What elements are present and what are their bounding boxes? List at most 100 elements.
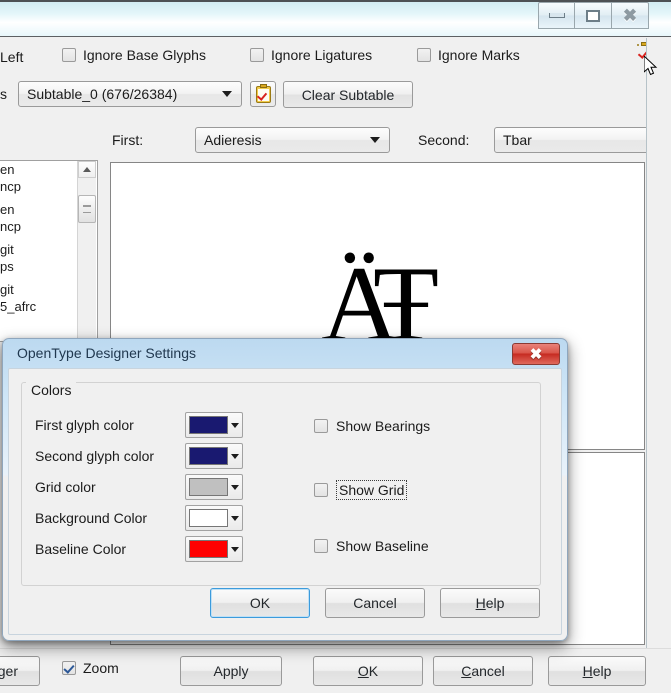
subtable-prefix-label: s (0, 86, 7, 102)
grid-color-swatch (189, 478, 228, 496)
chevron-down-icon (222, 91, 232, 97)
baseline-color-picker[interactable] (185, 536, 243, 562)
main-window: ✖ Left Ignore Base Glyphs Ignore Ligatur… (0, 0, 671, 693)
maximize-icon (586, 9, 600, 22)
help-button-label: H (582, 663, 593, 679)
grip-icon (83, 205, 91, 213)
dialog-help-label: H (475, 595, 486, 611)
checkbox-box-ignore-ligatures (250, 48, 264, 62)
second-label: Second: (418, 132, 470, 148)
first-glyph-color-swatch (189, 416, 228, 434)
checkbox-label-show-baseline: Show Baseline (336, 538, 429, 554)
chevron-down-icon (231, 515, 239, 521)
checkbox-ignore-base-glyphs[interactable]: Ignore Base Glyphs (62, 47, 206, 63)
clear-subtable-label: Clear Subtable (301, 86, 395, 103)
apply-button-label: Apply (213, 663, 249, 679)
subtable-combobox-value: Subtable_0 (676/26384) (27, 86, 178, 102)
close-button[interactable]: ✖ (612, 2, 649, 29)
first-glyph-combobox[interactable]: Adieresis (195, 127, 390, 153)
maximize-button[interactable] (575, 2, 612, 29)
chevron-down-icon (370, 137, 380, 143)
clear-subtable-button[interactable]: Clear Subtable (283, 81, 413, 108)
checkbox-zoom[interactable]: Zoom (62, 660, 119, 676)
bottom-button-bar: ager Zoom Apply OK Cancel Help (0, 648, 671, 693)
first-glyph-color-picker[interactable] (185, 412, 243, 438)
manager-button-label: ager (0, 663, 19, 679)
first-glyph-color-label: First glyph color (35, 417, 134, 433)
checkbox-show-baseline[interactable]: Show Baseline (314, 538, 429, 554)
dialog-title: OpenType Designer Settings (17, 345, 196, 361)
minimize-icon (548, 13, 565, 18)
chevron-down-icon (231, 546, 239, 552)
checkbox-box-ignore-base-glyphs (62, 48, 76, 62)
subtable-combobox[interactable]: Subtable_0 (676/26384) (18, 81, 242, 107)
ok-button-label: O (357, 663, 369, 679)
dialog-ok-button[interactable]: OK (210, 588, 310, 618)
apply-button[interactable]: Apply (180, 656, 282, 686)
glyph-name-list[interactable]: en ncp en ncp git ps git 5_afrc (0, 160, 98, 342)
checkbox-box-zoom (62, 661, 76, 675)
chevron-down-icon (231, 453, 239, 459)
second-glyph-color-swatch (189, 447, 228, 465)
window-right-frame (646, 38, 671, 692)
dialog-cancel-button[interactable]: Cancel (325, 588, 425, 618)
dialog-cancel-label: Cancel (353, 595, 397, 611)
checkbox-label-ignore-base-glyphs: Ignore Base Glyphs (83, 47, 206, 63)
subtable-row: s Subtable_0 (676/26384) Clear Subtable (0, 78, 671, 112)
chevron-down-icon (231, 422, 239, 428)
color-row-background-color: Background Color (35, 505, 243, 531)
triangle-up-icon (83, 167, 91, 172)
background-color-label: Background Color (35, 510, 148, 526)
cancel-button-label: C (461, 663, 472, 679)
glyph-pair-row: First: Adieresis Second: Tbar (0, 124, 671, 158)
dialog-help-button[interactable]: Help (440, 588, 540, 618)
close-icon: ✖ (529, 346, 543, 363)
checkbox-show-grid[interactable]: Show Grid (314, 480, 408, 500)
scrollbar-thumb[interactable] (78, 195, 96, 223)
ok-button[interactable]: OK (313, 656, 423, 686)
window-caption-buttons: ✖ (538, 2, 649, 29)
color-row-baseline-color: Baseline Color (35, 536, 243, 562)
window-title-bar: ✖ (0, 0, 671, 37)
second-glyph-color-label: Second glyph color (35, 448, 155, 464)
second-glyph-value: Tbar (503, 132, 532, 148)
mouse-cursor (644, 56, 658, 76)
help-button[interactable]: Help (548, 656, 646, 686)
grid-color-label: Grid color (35, 479, 96, 495)
scroll-up-button[interactable] (78, 161, 96, 178)
checkbox-label-show-grid: Show Grid (336, 480, 408, 500)
checkbox-box-ignore-marks (417, 48, 431, 62)
ignore-options-row: Left Ignore Base Glyphs Ignore Ligatures… (0, 38, 671, 76)
cancel-button[interactable]: Cancel (433, 656, 533, 686)
baseline-color-swatch (189, 540, 228, 558)
background-color-swatch (189, 509, 228, 527)
checkbox-ignore-marks[interactable]: Ignore Marks (417, 47, 520, 63)
checkbox-label-ignore-ligatures: Ignore Ligatures (271, 47, 373, 63)
checkbox-box-show-grid (314, 483, 328, 497)
checkbox-show-bearings[interactable]: Show Bearings (314, 418, 430, 434)
checkbox-box-show-baseline (314, 539, 328, 553)
subtable-clipboard-button[interactable] (250, 81, 276, 107)
checkbox-label-ignore-marks: Ignore Marks (438, 47, 520, 63)
grid-color-picker[interactable] (185, 474, 243, 500)
colors-groupbox-label: Colors (26, 382, 77, 398)
color-row-second-glyph-color: Second glyph color (35, 443, 243, 469)
first-glyph-value: Adieresis (204, 132, 262, 148)
checkbox-box-show-bearings (314, 419, 328, 433)
second-glyph-color-picker[interactable] (185, 443, 243, 469)
dialog-ok-label: OK (249, 595, 271, 611)
left-label: Left (0, 49, 24, 65)
checkbox-ignore-ligatures[interactable]: Ignore Ligatures (250, 47, 372, 63)
baseline-color-label: Baseline Color (35, 541, 127, 557)
chevron-down-icon (231, 484, 239, 490)
manager-button[interactable]: ager (0, 656, 40, 686)
second-glyph-combobox[interactable]: Tbar (494, 127, 671, 153)
clipboard-check-icon (255, 83, 271, 103)
background-color-picker[interactable] (185, 505, 243, 531)
first-label: First: (112, 132, 144, 148)
color-row-first-glyph-color: First glyph color (35, 412, 243, 438)
glyph-list-scrollbar[interactable] (77, 161, 96, 341)
dialog-close-button[interactable]: ✖ (512, 343, 560, 365)
minimize-button[interactable] (538, 2, 575, 29)
close-icon: ✖ (622, 6, 638, 25)
